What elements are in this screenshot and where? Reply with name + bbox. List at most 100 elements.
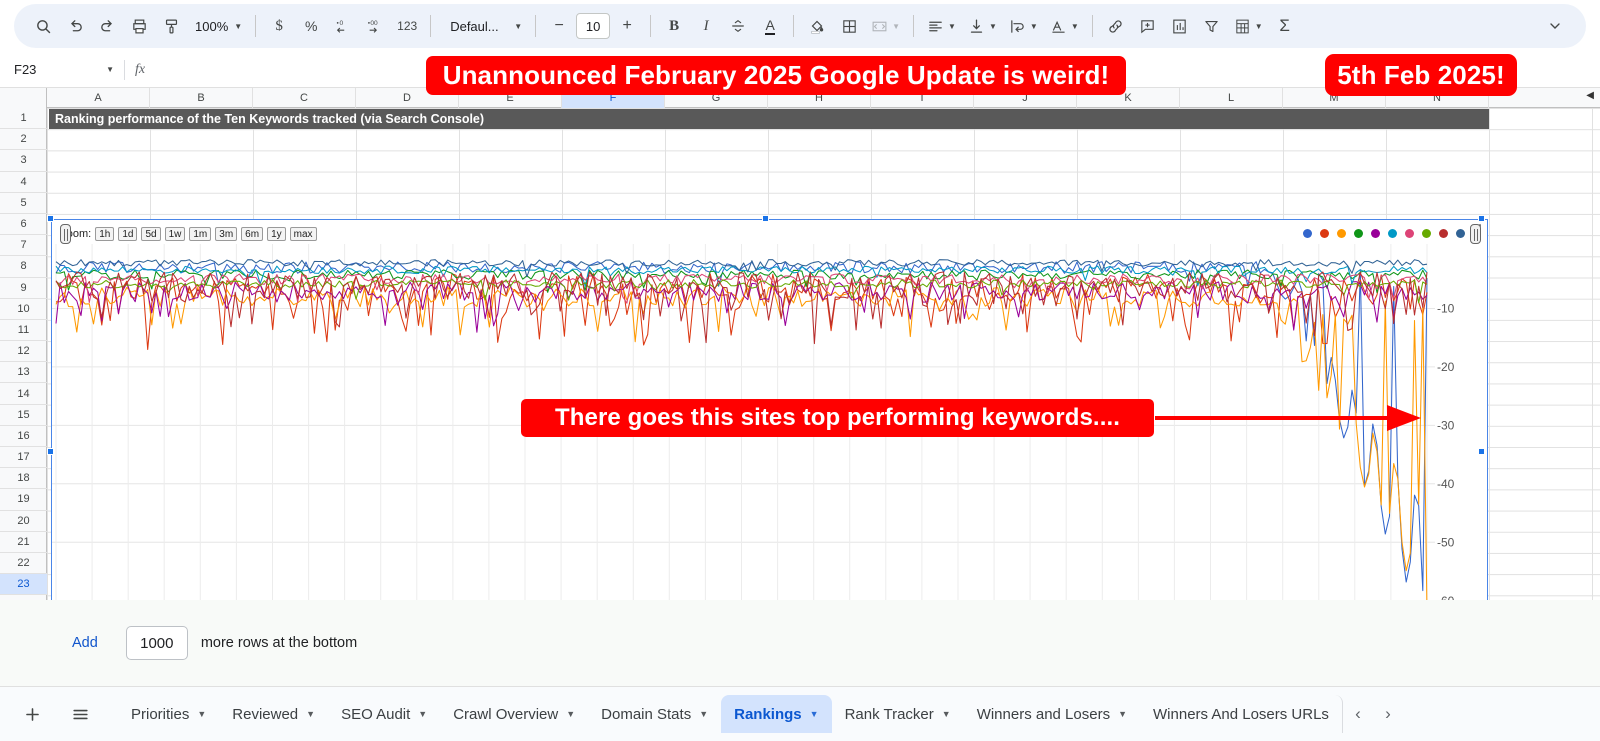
legend-dot-9[interactable]	[1439, 228, 1448, 238]
tab-label: Reviewed	[232, 705, 299, 723]
toolbar-divider	[650, 15, 652, 37]
zoom-range-3m[interactable]: 3m	[215, 227, 238, 241]
chevron-down-icon[interactable]: ▼	[1118, 709, 1127, 719]
range-handle-right[interactable]	[1470, 224, 1481, 244]
zoom-selector[interactable]: 100% ▼	[188, 11, 247, 41]
tab-winners-and-losers[interactable]: Winners and Losers ▼	[964, 695, 1140, 733]
collapse-arrow-icon[interactable]: ◀	[1586, 90, 1594, 101]
font-size-input[interactable]: 10	[576, 13, 611, 39]
print-icon[interactable]	[124, 11, 154, 41]
italic-button[interactable]: I	[691, 11, 721, 41]
zoom-range-1h[interactable]: 1h	[95, 227, 115, 241]
resize-handle-ml[interactable]	[47, 448, 54, 455]
redo-icon[interactable]	[92, 11, 122, 41]
add-sheet-icon[interactable]	[16, 698, 48, 730]
decrease-decimal-icon[interactable]: 0	[328, 11, 358, 41]
insert-link-icon[interactable]	[1101, 11, 1131, 41]
legend-dot-10[interactable]	[1456, 228, 1465, 238]
tab-seo-audit[interactable]: SEO Audit ▼	[328, 695, 440, 733]
currency-dollar-icon[interactable]: $	[264, 11, 294, 41]
prev-tab-arrow[interactable]: ‹	[1343, 699, 1373, 729]
legend-dot-1[interactable]	[1303, 228, 1312, 238]
resize-handle-mr[interactable]	[1478, 448, 1485, 455]
create-filter-icon[interactable]	[1197, 11, 1227, 41]
legend-dot-6[interactable]	[1388, 228, 1397, 238]
vertical-align-icon[interactable]: ▼	[963, 11, 1002, 41]
tab-priorities[interactable]: Priorities ▼	[118, 695, 219, 733]
chevron-down-icon[interactable]: ▼	[197, 709, 206, 719]
toolbar-collapse-button[interactable]	[1540, 11, 1570, 41]
more-formats-button[interactable]: 123	[392, 11, 422, 41]
add-rows-count-input[interactable]: 1000	[125, 626, 188, 660]
paint-format-icon[interactable]	[156, 11, 186, 41]
zoom-range-1d[interactable]: 1d	[118, 227, 138, 241]
legend-dot-8[interactable]	[1422, 228, 1431, 238]
zoom-range-1y[interactable]: 1y	[267, 227, 286, 241]
resize-handle-tl[interactable]	[47, 215, 54, 222]
chart-object[interactable]: Zoom: 1h 1d 5d 1w 1m 3m 6m 1y max -10 -20…	[0, 88, 1488, 600]
chevron-down-icon[interactable]: ▼	[699, 709, 708, 719]
legend-dot-7[interactable]	[1405, 228, 1414, 238]
legend-dot-4[interactable]	[1354, 228, 1363, 238]
zoom-range-5d[interactable]: 5d	[141, 227, 161, 241]
add-rows-link[interactable]: Add	[72, 635, 98, 651]
font-size-increase-button[interactable]: +	[612, 11, 642, 41]
resize-handle-tr[interactable]	[1478, 215, 1485, 222]
borders-icon[interactable]	[834, 11, 864, 41]
chevron-down-icon: ▼	[1070, 21, 1079, 31]
text-rotation-icon[interactable]: ▼	[1045, 11, 1084, 41]
search-icon[interactable]	[28, 11, 58, 41]
tab-reviewed[interactable]: Reviewed ▼	[219, 695, 328, 733]
chevron-down-icon[interactable]: ▼	[810, 709, 819, 719]
zoom-range-6m[interactable]: 6m	[241, 227, 264, 241]
chevron-down-icon[interactable]: ▼	[942, 709, 951, 719]
tab-label: Winners and Losers	[976, 705, 1111, 723]
row-header-23[interactable]: 23	[0, 574, 47, 596]
text-color-label: A	[765, 16, 775, 35]
undo-icon[interactable]	[60, 11, 90, 41]
tab-rankings[interactable]: Rankings ▼	[721, 695, 832, 733]
text-wrap-icon[interactable]: ▼	[1004, 11, 1043, 41]
bold-button[interactable]: B	[659, 11, 689, 41]
chevron-down-icon: ▼	[892, 21, 901, 31]
percent-icon[interactable]: %	[296, 11, 326, 41]
tab-rank-tracker[interactable]: Rank Tracker ▼	[832, 695, 964, 733]
cell-reference: F23	[14, 62, 37, 77]
bold-label: B	[669, 17, 680, 34]
legend-dot-5[interactable]	[1371, 228, 1380, 238]
tab-winners-and-losers-urls[interactable]: Winners And Losers URLs	[1140, 695, 1343, 733]
text-color-button[interactable]: A	[755, 11, 785, 41]
sum-button[interactable]: Σ	[1270, 11, 1300, 41]
name-box[interactable]: F23 ▼	[14, 58, 114, 82]
strikethrough-icon[interactable]	[723, 11, 753, 41]
legend-dot-3[interactable]	[1337, 228, 1346, 238]
zoom-range-max[interactable]: max	[289, 227, 317, 241]
tab-domain-stats[interactable]: Domain Stats ▼	[588, 695, 721, 733]
annotation-callout: There goes this sites top performing key…	[521, 399, 1154, 437]
fill-color-icon[interactable]	[802, 11, 832, 41]
font-size-decrease-button[interactable]: −	[544, 11, 574, 41]
chevron-down-icon[interactable]: ▼	[306, 709, 315, 719]
functions-icon[interactable]: ▼	[1229, 11, 1268, 41]
svg-text:-10: -10	[1437, 302, 1455, 316]
insert-chart-icon[interactable]	[1165, 11, 1195, 41]
tab-crawl-overview[interactable]: Crawl Overview ▼	[440, 695, 588, 733]
increase-decimal-icon[interactable]: 00	[360, 11, 390, 41]
zoom-range-1w[interactable]: 1w	[164, 227, 186, 241]
horizontal-align-icon[interactable]: ▼	[922, 11, 961, 41]
chevron-down-icon[interactable]: ▼	[418, 709, 427, 719]
tab-label: Winners And Losers URLs	[1153, 705, 1329, 723]
all-sheets-icon[interactable]	[64, 698, 96, 730]
font-family-selector[interactable]: Defaul... ▼	[439, 11, 527, 41]
toolbar-divider	[255, 15, 257, 37]
insert-comment-icon[interactable]	[1133, 11, 1163, 41]
more-formats-label: 123	[397, 19, 418, 33]
next-tab-arrow[interactable]: ›	[1373, 699, 1403, 729]
range-handle-left[interactable]	[60, 224, 71, 244]
resize-handle-tc[interactable]	[762, 215, 769, 222]
zoom-range-1m[interactable]: 1m	[189, 227, 212, 241]
toolbar-divider	[793, 15, 795, 37]
chevron-down-icon[interactable]: ▼	[566, 709, 575, 719]
legend-dot-2[interactable]	[1320, 228, 1329, 238]
merge-cells-icon[interactable]: ▼	[866, 11, 905, 41]
